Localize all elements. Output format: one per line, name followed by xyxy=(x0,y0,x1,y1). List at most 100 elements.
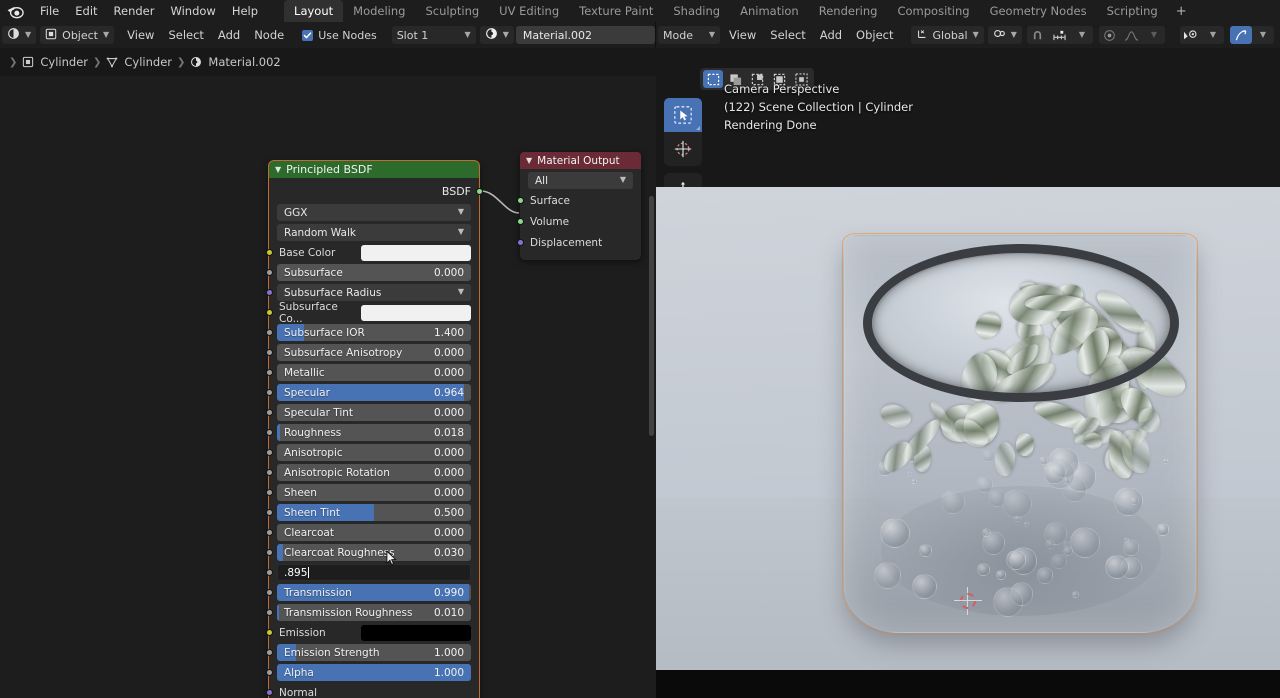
output-input-volume[interactable]: Volume xyxy=(516,212,633,232)
slider-field[interactable]: Anisotropic Rotation 0.000 xyxy=(277,464,471,481)
node-input-subsurface-co[interactable]: Subsurface Co... xyxy=(265,301,471,325)
breadcrumb-item-2[interactable]: Material.002 xyxy=(190,55,281,69)
menu-help[interactable]: Help xyxy=(224,1,266,21)
menu-render[interactable]: Render xyxy=(106,1,163,21)
workspace-tab-compositing[interactable]: Compositing xyxy=(887,0,979,22)
shader-menu-node[interactable]: Node xyxy=(247,26,291,44)
menu-window[interactable]: Window xyxy=(162,1,223,21)
slider-field[interactable]: Sheen 0.000 xyxy=(277,484,471,501)
socket-input[interactable] xyxy=(265,309,273,316)
use-nodes-toggle[interactable]: Use Nodes xyxy=(297,26,382,44)
socket-input[interactable] xyxy=(265,429,273,436)
shader-menu-add[interactable]: Add xyxy=(211,26,247,44)
slider-field[interactable]: Clearcoat Roughness 0.030 xyxy=(277,544,471,561)
slider-field[interactable]: Sheen Tint 0.500 xyxy=(277,504,471,521)
proportional-edit-icon[interactable] xyxy=(1099,26,1121,44)
chevron-down-icon[interactable]: ▼ xyxy=(526,156,532,165)
socket-input[interactable] xyxy=(516,197,524,204)
node-input-clearcoat[interactable]: Clearcoat 0.000 xyxy=(265,523,471,542)
shader-menu-select[interactable]: Select xyxy=(161,26,210,44)
node-editor-scrollbar[interactable] xyxy=(649,196,654,436)
socket-input[interactable] xyxy=(265,489,273,496)
node-dropdown-row[interactable]: GGX ▼ xyxy=(277,203,471,222)
shader-node-editor[interactable]: ▼ Principled BSDF BSDF GGX ▼ Random Walk ▼ B… xyxy=(0,76,656,698)
menu-edit[interactable]: Edit xyxy=(67,1,105,21)
node-input-subsurface[interactable]: Subsurface 0.000 xyxy=(265,263,471,282)
dropdown-field[interactable]: Subsurface Radius ▼ xyxy=(277,284,471,301)
select-box-icon[interactable] xyxy=(703,70,723,88)
socket-input[interactable] xyxy=(265,649,273,656)
node-output-bsdf[interactable]: BSDF xyxy=(277,180,483,202)
slider-field[interactable]: Subsurface Anisotropy 0.000 xyxy=(277,344,471,361)
slider-field[interactable]: Clearcoat 0.000 xyxy=(277,524,471,541)
transform-orientation-selector[interactable]: Global ▼ xyxy=(910,26,984,44)
socket-input[interactable] xyxy=(516,218,524,225)
node-input-roughness[interactable]: Roughness 0.018 xyxy=(265,423,471,442)
node-input-transmission[interactable]: Transmission 0.990 xyxy=(265,583,471,602)
slider-field[interactable]: Transmission Roughness 0.010 xyxy=(277,604,471,621)
socket-input[interactable] xyxy=(265,549,273,556)
viewport-menu-select[interactable]: Select xyxy=(763,26,812,44)
slider-field[interactable]: Metallic 0.000 xyxy=(277,364,471,381)
gizmo-arrow-icon[interactable] xyxy=(1229,26,1252,44)
node-principled-bsdf[interactable]: ▼ Principled BSDF BSDF GGX ▼ Random Walk ▼ B… xyxy=(265,160,483,698)
node-input-ior[interactable]: .895 xyxy=(265,563,471,582)
slider-field[interactable]: Specular 0.964 xyxy=(277,384,471,401)
socket-input[interactable] xyxy=(265,289,273,296)
workspace-tab-sculpting[interactable]: Sculpting xyxy=(415,0,489,22)
menu-file[interactable]: File xyxy=(32,1,67,21)
slider-field[interactable]: Emission Strength 1.000 xyxy=(277,644,471,661)
falloff-curve-icon[interactable] xyxy=(1121,26,1143,44)
slider-field[interactable]: Roughness 0.018 xyxy=(277,424,471,441)
socket-input[interactable] xyxy=(265,349,273,356)
node-header-material-output[interactable]: ▼ Material Output xyxy=(520,152,641,169)
node-input-emission[interactable]: Emission xyxy=(265,623,471,642)
node-material-output[interactable]: ▼ Material Output All ▼ Surface Volume Dis… xyxy=(516,152,641,260)
socket-input[interactable] xyxy=(265,329,273,336)
node-input-metallic[interactable]: Metallic 0.000 xyxy=(265,363,471,382)
socket-input[interactable] xyxy=(265,509,273,516)
falloff-chevron-down-icon[interactable]: ▼ xyxy=(1143,26,1165,44)
socket-input[interactable] xyxy=(265,369,273,376)
blender-logo-icon[interactable] xyxy=(6,2,26,20)
workspace-tab-rendering[interactable]: Rendering xyxy=(809,0,888,22)
snap-chevron-down-icon[interactable]: ▼ xyxy=(1071,26,1093,44)
socket-input[interactable] xyxy=(265,389,273,396)
node-input-subsurface-radius[interactable]: Subsurface Radius ▼ xyxy=(265,283,471,302)
node-input-clearcoat-roughness[interactable]: Clearcoat Roughness 0.030 xyxy=(265,543,471,562)
socket-input[interactable] xyxy=(265,469,273,476)
color-swatch[interactable] xyxy=(361,244,471,261)
gizmo-chevron-down-icon[interactable]: ▼ xyxy=(1252,26,1274,44)
breadcrumb-item-1[interactable]: Cylinder xyxy=(106,55,172,69)
socket-input[interactable] xyxy=(265,409,273,416)
slider-field[interactable]: Specular Tint 0.000 xyxy=(277,404,471,421)
node-input-subsurface-anisotropy[interactable]: Subsurface Anisotropy 0.000 xyxy=(265,343,471,362)
output-input-surface[interactable]: Surface xyxy=(516,191,633,211)
socket-input[interactable] xyxy=(265,269,273,276)
socket-input[interactable] xyxy=(265,249,273,256)
workspace-tab-texture-paint[interactable]: Texture Paint xyxy=(569,0,663,22)
shader-type-selector[interactable]: Object ▼ xyxy=(40,26,115,44)
workspace-tab-scripting[interactable]: Scripting xyxy=(1097,0,1168,22)
socket-bsdf-output[interactable] xyxy=(475,188,483,195)
add-workspace-button[interactable]: + xyxy=(1168,1,1195,22)
workspace-tab-shading[interactable]: Shading xyxy=(663,0,730,22)
node-dropdown-row[interactable]: Random Walk ▼ xyxy=(277,223,471,242)
material-slot-selector[interactable]: Slot 1 ▼ xyxy=(391,26,476,44)
slider-field[interactable]: Alpha 1.000 xyxy=(277,664,471,681)
socket-input[interactable] xyxy=(265,589,273,596)
socket-input[interactable] xyxy=(265,609,273,616)
socket-input[interactable] xyxy=(265,529,273,536)
socket-input[interactable] xyxy=(265,449,273,456)
node-input-anisotropic[interactable]: Anisotropic 0.000 xyxy=(265,443,471,462)
node-input-base-color[interactable]: Base Color xyxy=(265,243,471,262)
node-input-specular[interactable]: Specular 0.964 xyxy=(265,383,471,402)
chevron-down-icon[interactable]: ▼ xyxy=(275,165,281,174)
output-input-displacement[interactable]: Displacement xyxy=(516,233,633,253)
tool-cursor[interactable] xyxy=(664,132,702,166)
value-edit-field[interactable]: .895 xyxy=(277,564,471,581)
node-input-emission-strength[interactable]: Emission Strength 1.000 xyxy=(265,643,471,662)
pivot-point-selector[interactable]: ▼ xyxy=(987,26,1022,44)
workspace-tab-layout[interactable]: Layout xyxy=(284,0,344,22)
node-input-specular-tint[interactable]: Specular Tint 0.000 xyxy=(265,403,471,422)
